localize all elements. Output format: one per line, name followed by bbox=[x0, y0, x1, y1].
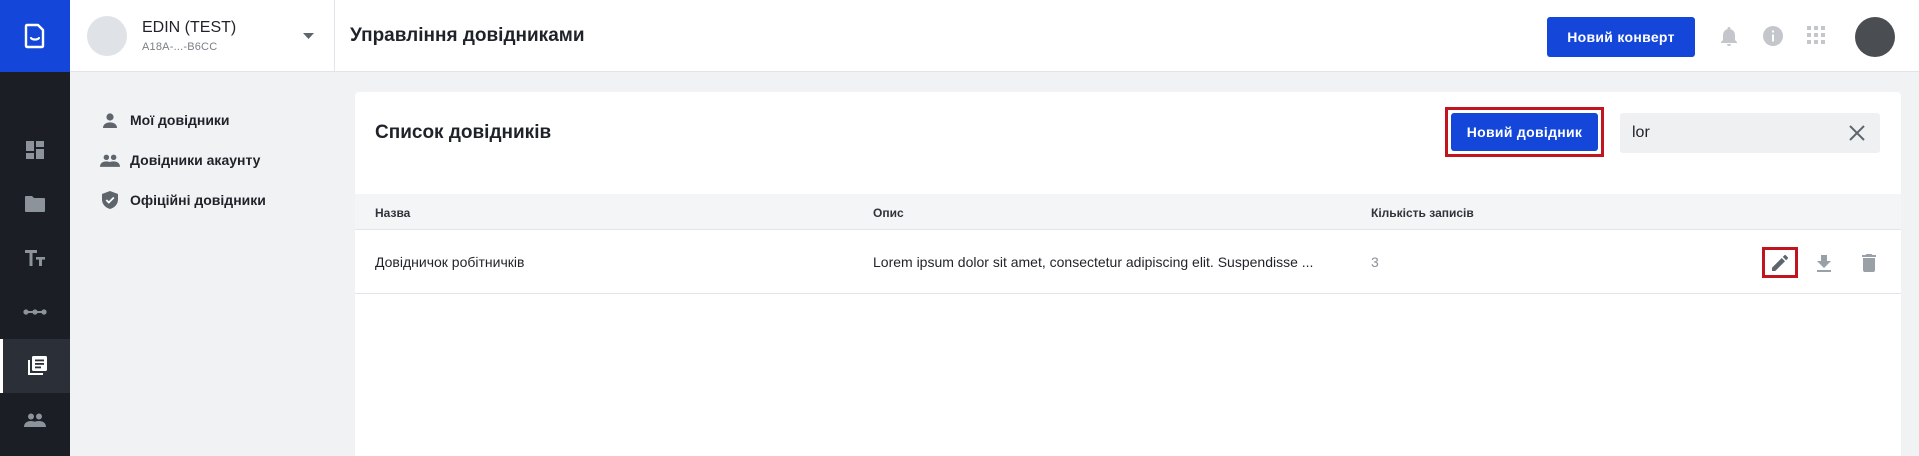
download-icon bbox=[1817, 254, 1831, 272]
person-icon bbox=[103, 112, 117, 128]
user-avatar[interactable] bbox=[1855, 17, 1895, 57]
search-box bbox=[1620, 113, 1880, 153]
rail-users[interactable] bbox=[0, 393, 70, 447]
references-sidenav: Мої довідники Довідники акаунту Офіційні… bbox=[100, 100, 266, 220]
apps-grid-icon[interactable] bbox=[1807, 26, 1825, 44]
app-logo[interactable] bbox=[0, 0, 70, 72]
rail-dashboard[interactable] bbox=[0, 123, 70, 177]
rail-references[interactable] bbox=[0, 339, 70, 393]
new-reference-button[interactable]: Новий довідник bbox=[1451, 113, 1598, 151]
top-header: EDIN (TEST) A18A-...-B6CC Управління дов… bbox=[70, 0, 1919, 72]
document-logo-icon bbox=[24, 23, 45, 49]
row-name: Довідничок робітничків bbox=[375, 254, 525, 270]
search-input[interactable] bbox=[1632, 124, 1832, 142]
account-avatar bbox=[87, 16, 127, 56]
references-card: Список довідників Новий довідник Назва О… bbox=[355, 92, 1901, 456]
folder-icon bbox=[25, 196, 45, 212]
column-header-count[interactable]: Кількість записів bbox=[1371, 206, 1474, 220]
caret-down-icon bbox=[303, 33, 314, 39]
download-button[interactable] bbox=[1806, 247, 1842, 279]
table-header: Назва Опис Кількість записів bbox=[355, 194, 1901, 230]
account-id: A18A-...-B6CC bbox=[142, 41, 218, 53]
account-switcher[interactable]: EDIN (TEST) A18A-...-B6CC bbox=[70, 0, 335, 72]
app-rail bbox=[0, 0, 70, 456]
column-header-name[interactable]: Назва bbox=[375, 206, 410, 220]
row-count: 3 bbox=[1371, 254, 1379, 270]
text-size-icon bbox=[25, 250, 45, 266]
rail-folders[interactable] bbox=[0, 177, 70, 231]
edit-button[interactable] bbox=[1762, 247, 1798, 279]
rail-text[interactable] bbox=[0, 231, 70, 285]
sidenav-item-account-references[interactable]: Довідники акаунту bbox=[100, 140, 266, 180]
account-name: EDIN (TEST) bbox=[142, 19, 237, 36]
pencil-icon bbox=[1772, 255, 1788, 271]
rail-flows[interactable] bbox=[0, 285, 70, 339]
sidenav-item-label: Мої довідники bbox=[130, 112, 230, 128]
dashboard-icon bbox=[26, 141, 44, 159]
column-header-description[interactable]: Опис bbox=[873, 206, 904, 220]
info-icon[interactable] bbox=[1763, 26, 1783, 46]
people-icon bbox=[24, 413, 46, 427]
sidenav-item-label: Довідники акаунту bbox=[130, 152, 261, 168]
sidenav-item-label: Офіційні довідники bbox=[130, 192, 266, 208]
card-title: Список довідників bbox=[375, 122, 552, 143]
close-icon[interactable] bbox=[1849, 125, 1865, 141]
row-description: Lorem ipsum dolor sit amet, consectetur … bbox=[873, 254, 1314, 270]
table-row[interactable]: Довідничок робітничків Lorem ipsum dolor… bbox=[355, 230, 1901, 294]
people-icon bbox=[100, 154, 120, 167]
route-icon bbox=[23, 309, 47, 315]
page-title: Управління довідниками bbox=[350, 25, 585, 46]
bell-icon[interactable] bbox=[1720, 26, 1738, 46]
sidenav-item-my-references[interactable]: Мої довідники bbox=[100, 100, 266, 140]
trash-icon bbox=[1862, 254, 1876, 272]
sidenav-item-official-references[interactable]: Офіційні довідники bbox=[100, 180, 266, 220]
new-envelope-button[interactable]: Новий конверт bbox=[1547, 17, 1695, 57]
shield-check-icon bbox=[102, 191, 118, 209]
library-books-icon bbox=[27, 356, 47, 375]
delete-button[interactable] bbox=[1851, 247, 1887, 279]
